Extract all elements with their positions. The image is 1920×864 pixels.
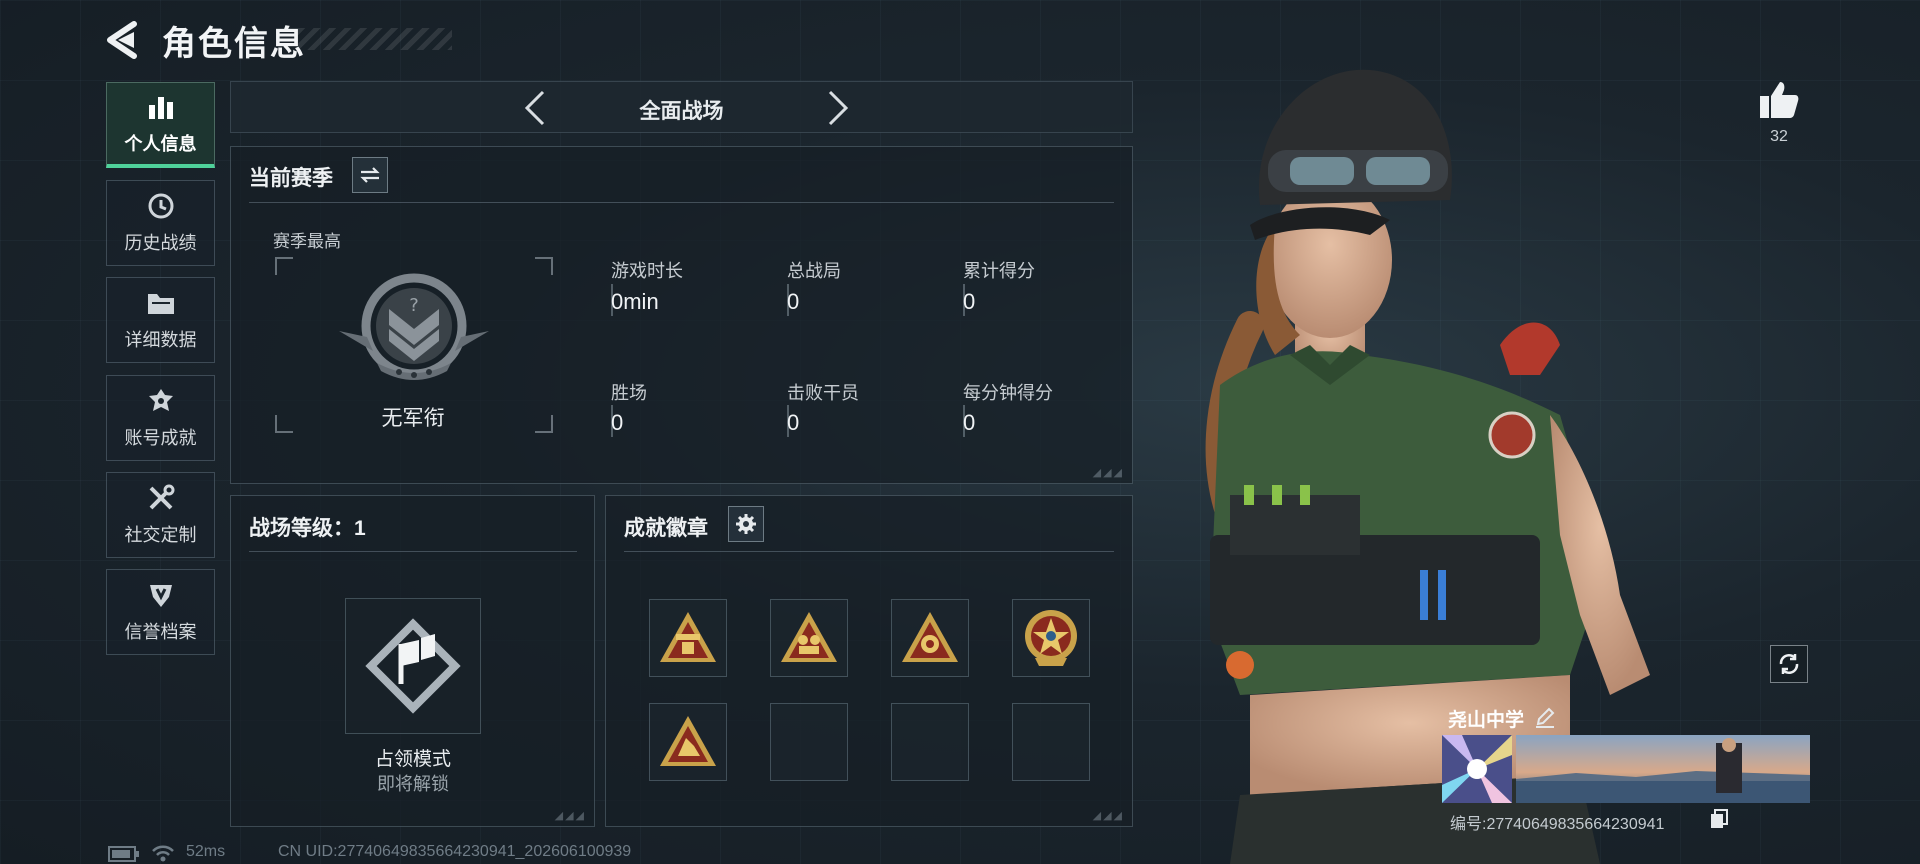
rank-emblem-icon: ? <box>339 273 489 380</box>
swap-arrows-icon <box>360 167 380 183</box>
copy-icon[interactable] <box>1710 809 1728 829</box>
sidebar-item-label: 信誉档案 <box>124 622 197 642</box>
sidebar-item-credit-record[interactable]: 信誉档案 <box>106 569 215 655</box>
stat-label: 胜场 <box>611 383 647 403</box>
folder-icon <box>146 288 176 318</box>
refresh-icon <box>1779 654 1799 674</box>
shield-icon <box>146 580 176 610</box>
sidebar-item-social-custom[interactable]: 社交定制 <box>106 472 215 558</box>
triangle-badge-icon <box>781 612 837 662</box>
badge-slot-empty[interactable] <box>770 703 848 781</box>
battlefield-level-panel: 战场等级：1 占领模式 即将解锁 ◢◢◢ <box>230 495 595 827</box>
achievement-badges-panel: 成就徽章 ◢◢◢ <box>605 495 1133 827</box>
badge-slot[interactable] <box>891 599 969 677</box>
player-id: 编号:27740649835664230941 <box>1450 816 1665 833</box>
badge-slot[interactable] <box>649 703 727 781</box>
name-card-banner[interactable] <box>1516 735 1810 803</box>
bracket-corner <box>275 257 293 275</box>
sidebar-item-history[interactable]: 历史战绩 <box>106 180 215 266</box>
stat-value: 0 <box>787 410 800 435</box>
back-arrow-icon[interactable] <box>104 20 148 60</box>
uid-text: CN UID:27740649835664230941_202606100939 <box>278 843 632 860</box>
mode-unlock-status: 即将解锁 <box>377 774 449 794</box>
sidebar-item-account-achievements[interactable]: 账号成就 <box>106 375 215 461</box>
triangle-badge-icon <box>660 612 716 662</box>
corner-decoration: ◢◢◢ <box>554 810 586 822</box>
stat-label: 击败干员 <box>787 383 859 403</box>
sidebar-item-label: 账号成就 <box>124 428 197 448</box>
mode-name-label: 占领模式 <box>374 749 451 770</box>
stat-value: 0 <box>787 289 800 314</box>
thumbs-up-icon[interactable] <box>1758 78 1800 120</box>
sidebar-item-label: 详细数据 <box>124 330 197 350</box>
gear-icon <box>736 514 756 534</box>
badge-slot-empty[interactable] <box>891 703 969 781</box>
badge-settings-button[interactable] <box>728 506 764 542</box>
battlefield-level-title: 战场等级：1 <box>249 517 366 540</box>
corner-decoration: ◢◢◢ <box>1092 467 1124 479</box>
mode-icon-frame <box>345 598 481 734</box>
round-emblem-badge-icon <box>1025 610 1077 666</box>
triangle-badge-icon <box>902 612 958 662</box>
ping-value: 52ms <box>186 843 226 860</box>
sidebar-item-label: 历史战绩 <box>124 233 197 253</box>
sidebar-item-detailed-data[interactable]: 详细数据 <box>106 277 215 363</box>
rank-name: 无军衔 <box>381 407 445 430</box>
stat-value: 0 <box>963 410 976 435</box>
history-clock-icon <box>146 191 176 221</box>
badge-slot[interactable] <box>770 599 848 677</box>
stat-value: 0 <box>963 289 976 314</box>
title-decoration <box>298 28 452 50</box>
team-name: 尧山中学 <box>1448 710 1525 731</box>
badge-slot[interactable] <box>1012 599 1090 677</box>
edit-pencil-icon[interactable] <box>1534 706 1556 728</box>
divider <box>249 202 1114 203</box>
sidebar-item-label: 社交定制 <box>124 525 197 545</box>
rotate-model-button[interactable] <box>1770 645 1808 683</box>
chevron-right-icon[interactable] <box>816 88 856 128</box>
wifi-icon <box>152 845 174 862</box>
like-count: 32 <box>1770 128 1788 145</box>
season-best-label: 赛季最高 <box>273 232 341 251</box>
sidebar-item-personal-info[interactable]: 个人信息 <box>106 82 215 168</box>
switch-season-button[interactable] <box>352 157 388 193</box>
banner-image <box>1516 735 1810 803</box>
bracket-corner <box>535 415 553 433</box>
capture-flag-icon <box>365 618 461 714</box>
stat-value: 0min <box>611 289 659 314</box>
badge-slot-empty[interactable] <box>1012 703 1090 781</box>
bar-chart-icon <box>146 92 176 122</box>
current-season-panel: 当前赛季 赛季最高 ? 无军衔 游戏时长 0min 总战局 0 累计得分 0 胜… <box>230 146 1133 484</box>
page-title: 角色信息 <box>162 25 306 63</box>
avatar-frame-card[interactable] <box>1442 735 1512 803</box>
divider <box>624 551 1114 552</box>
divider <box>249 551 577 552</box>
mode-name: 全面战场 <box>639 100 724 123</box>
stat-label: 累计得分 <box>963 261 1035 281</box>
triangle-badge-icon <box>660 716 716 766</box>
corner-decoration: ◢◢◢ <box>1092 810 1124 822</box>
mode-selector: 全面战场 <box>230 81 1133 133</box>
stat-label: 每分钟得分 <box>963 383 1053 403</box>
battery-icon <box>108 846 139 862</box>
badge-slot[interactable] <box>649 599 727 677</box>
bracket-corner <box>275 415 293 433</box>
stat-label: 总战局 <box>787 261 841 281</box>
season-title: 当前赛季 <box>249 167 333 190</box>
sidebar-item-label: 个人信息 <box>124 133 197 154</box>
bracket-corner <box>535 257 553 275</box>
stat-label: 游戏时长 <box>611 261 683 281</box>
stat-value: 0 <box>611 410 624 435</box>
svg-text:?: ? <box>409 295 419 316</box>
avatar-image <box>1442 735 1512 803</box>
badges-title: 成就徽章 <box>624 517 708 540</box>
achievement-icon <box>146 386 176 416</box>
tools-icon <box>146 483 176 513</box>
